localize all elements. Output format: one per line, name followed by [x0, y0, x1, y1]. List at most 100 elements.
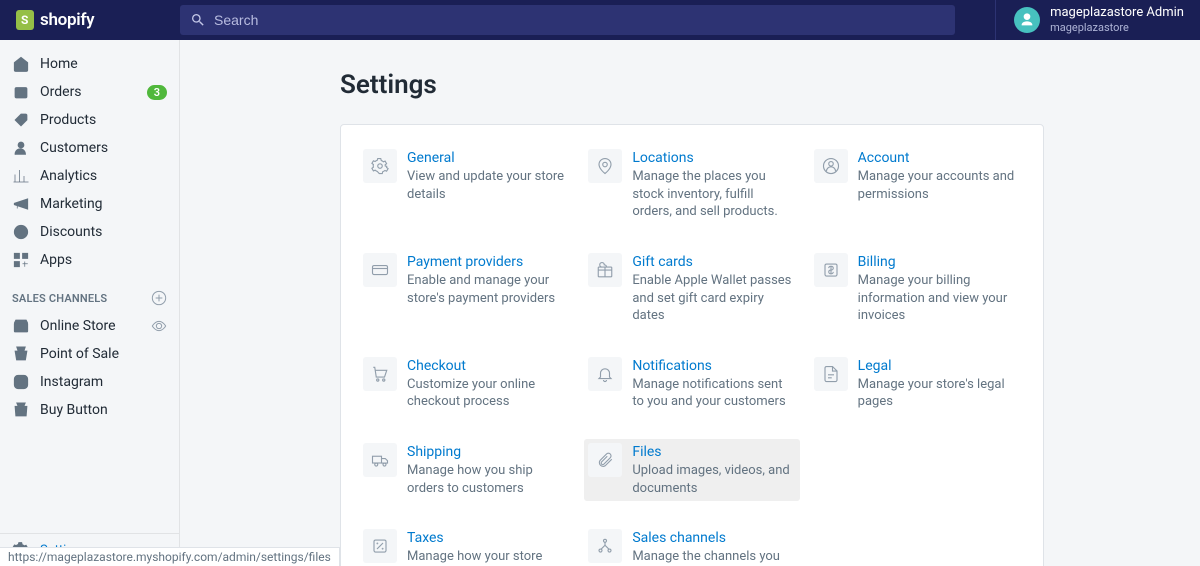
sidebar-item-home[interactable]: Home — [0, 50, 179, 78]
sidebar-item-label: Home — [40, 56, 78, 72]
sidebar-item-apps[interactable]: Apps — [0, 246, 179, 274]
tile-desc: Upload images, videos, and documents — [632, 462, 795, 497]
tile-locations[interactable]: LocationsManage the places you stock inv… — [584, 145, 799, 225]
tile-desc: Manage the channels you use to sell your… — [632, 548, 795, 566]
shopify-bag-icon — [16, 10, 34, 30]
sidebar-item-label: Apps — [40, 252, 72, 268]
store-icon — [12, 317, 30, 335]
tile-desc: Manage your store's legal pages — [858, 376, 1021, 411]
bell-icon — [588, 357, 622, 391]
percent-icon — [363, 529, 397, 563]
tile-general[interactable]: GeneralView and update your store detail… — [359, 145, 574, 225]
analytics-icon — [12, 167, 30, 185]
channel-buy-button[interactable]: Buy Button — [0, 396, 179, 424]
tile-title: Notifications — [632, 357, 795, 375]
tile-desc: Manage your accounts and permissions — [858, 168, 1021, 203]
page-title: Settings — [340, 70, 1200, 100]
brand-logo[interactable]: shopify — [16, 10, 180, 30]
tile-sales-channels[interactable]: Sales channelsManage the channels you us… — [584, 525, 799, 566]
channel-label: Point of Sale — [40, 346, 119, 362]
sidebar-item-label: Orders — [40, 84, 82, 100]
pos-icon — [12, 345, 30, 363]
sidebar: Home Orders 3 Products Customers Analyti… — [0, 40, 180, 566]
channel-label: Instagram — [40, 374, 103, 390]
tile-desc: Enable and manage your store's payment p… — [407, 272, 570, 307]
tile-title: Locations — [632, 149, 795, 167]
status-url: https://mageplazastore.myshopify.com/adm… — [0, 547, 340, 566]
sidebar-item-analytics[interactable]: Analytics — [0, 162, 179, 190]
sidebar-item-label: Products — [40, 112, 96, 128]
person-icon — [12, 139, 30, 157]
tile-title: Gift cards — [632, 253, 795, 271]
add-channel-icon[interactable] — [151, 290, 167, 306]
view-store-icon[interactable] — [151, 318, 167, 334]
tile-title: Legal — [858, 357, 1021, 375]
tile-files[interactable]: FilesUpload images, videos, and document… — [584, 439, 799, 501]
sidebar-item-label: Discounts — [40, 224, 102, 240]
truck-icon — [363, 443, 397, 477]
paperclip-icon — [588, 443, 622, 477]
tile-desc: Manage how your store charges taxes — [407, 548, 570, 566]
tile-desc: View and update your store details — [407, 168, 570, 203]
tile-title: Account — [858, 149, 1021, 167]
tile-notifications[interactable]: NotificationsManage notifications sent t… — [584, 353, 799, 415]
tile-title: Files — [632, 443, 795, 461]
tile-title: General — [407, 149, 570, 167]
tile-desc: Manage notifications sent to you and you… — [632, 376, 795, 411]
sales-channels-header: SALES CHANNELS — [0, 274, 179, 312]
card-icon — [363, 253, 397, 287]
tile-title: Shipping — [407, 443, 570, 461]
channel-instagram[interactable]: Instagram — [0, 368, 179, 396]
tile-account[interactable]: AccountManage your accounts and permissi… — [810, 145, 1025, 225]
sidebar-item-label: Marketing — [40, 196, 103, 212]
content-area: Settings GeneralView and update your sto… — [180, 40, 1200, 566]
tile-billing[interactable]: BillingManage your billing information a… — [810, 249, 1025, 329]
tile-title: Billing — [858, 253, 1021, 271]
tile-desc: Manage your billing information and view… — [858, 272, 1021, 325]
avatar-icon — [1014, 7, 1040, 33]
search-icon — [190, 12, 206, 28]
tile-desc: Manage how you ship orders to customers — [407, 462, 570, 497]
sidebar-item-label: Analytics — [40, 168, 97, 184]
network-icon — [588, 529, 622, 563]
section-header-label: SALES CHANNELS — [12, 292, 107, 305]
channel-pos[interactable]: Point of Sale — [0, 340, 179, 368]
tile-legal[interactable]: LegalManage your store's legal pages — [810, 353, 1025, 415]
sidebar-item-orders[interactable]: Orders 3 — [0, 78, 179, 106]
person-circle-icon — [814, 149, 848, 183]
discount-icon — [12, 223, 30, 241]
tile-desc: Enable Apple Wallet passes and set gift … — [632, 272, 795, 325]
tile-title: Taxes — [407, 529, 570, 547]
tile-payment[interactable]: Payment providersEnable and manage your … — [359, 249, 574, 329]
settings-card: GeneralView and update your store detail… — [340, 124, 1044, 566]
megaphone-icon — [12, 195, 30, 213]
tile-checkout[interactable]: CheckoutCustomize your online checkout p… — [359, 353, 574, 415]
top-bar: shopify mageplazastore Admin mageplazast… — [0, 0, 1200, 40]
cart-icon — [363, 357, 397, 391]
sidebar-item-products[interactable]: Products — [0, 106, 179, 134]
channel-label: Buy Button — [40, 402, 108, 418]
tile-taxes[interactable]: TaxesManage how your store charges taxes — [359, 525, 574, 566]
gift-icon — [588, 253, 622, 287]
user-store: mageplazastore — [1050, 21, 1184, 34]
document-icon — [814, 357, 848, 391]
tile-desc: Customize your online checkout process — [407, 376, 570, 411]
channel-online-store[interactable]: Online Store — [0, 312, 179, 340]
tile-shipping[interactable]: ShippingManage how you ship orders to cu… — [359, 439, 574, 501]
tile-giftcards[interactable]: Gift cardsEnable Apple Wallet passes and… — [584, 249, 799, 329]
orders-badge: 3 — [147, 85, 167, 100]
search-field[interactable] — [180, 5, 955, 35]
pin-icon — [588, 149, 622, 183]
sidebar-item-customers[interactable]: Customers — [0, 134, 179, 162]
sidebar-item-discounts[interactable]: Discounts — [0, 218, 179, 246]
channel-label: Online Store — [40, 318, 116, 334]
tag-icon — [12, 111, 30, 129]
tile-title: Sales channels — [632, 529, 795, 547]
sidebar-item-marketing[interactable]: Marketing — [0, 190, 179, 218]
user-menu[interactable]: mageplazastore Admin mageplazastore — [995, 0, 1184, 40]
orders-icon — [12, 83, 30, 101]
apps-icon — [12, 251, 30, 269]
brand-text: shopify — [40, 10, 94, 30]
dollar-icon — [814, 253, 848, 287]
search-input[interactable] — [214, 12, 945, 28]
